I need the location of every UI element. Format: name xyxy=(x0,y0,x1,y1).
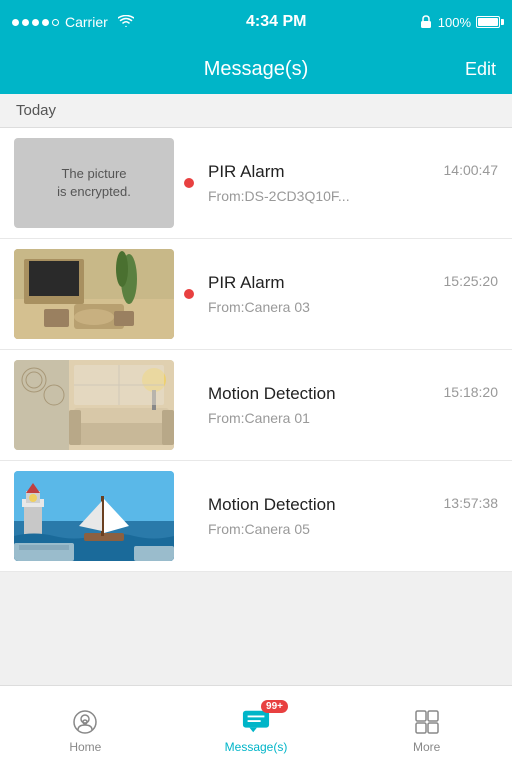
more-icon xyxy=(413,708,441,736)
message-top-2: PIR Alarm 15:25:20 xyxy=(208,273,498,293)
today-label: Today xyxy=(16,102,56,119)
message-title-1: PIR Alarm xyxy=(208,162,285,182)
unread-indicator-1 xyxy=(184,178,194,188)
message-item-1[interactable]: The pictureis encrypted. PIR Alarm 14:00… xyxy=(0,128,512,239)
signal-dot-5 xyxy=(52,19,59,26)
status-left: Carrier xyxy=(12,14,134,30)
message-time-3: 15:18:20 xyxy=(444,384,499,400)
home-icon xyxy=(71,708,99,736)
message-content-2: PIR Alarm 15:25:20 From:Canera 03 xyxy=(204,273,498,315)
signal-dot-1 xyxy=(12,19,19,26)
message-content-4: Motion Detection 13:57:38 From:Canera 05 xyxy=(204,495,498,537)
message-time-4: 13:57:38 xyxy=(444,495,499,511)
message-item-3[interactable]: Motion Detection 15:18:20 From:Canera 01 xyxy=(0,350,512,461)
battery-icon xyxy=(476,16,500,28)
section-header-today: Today xyxy=(0,94,512,128)
edit-button[interactable]: Edit xyxy=(465,59,496,80)
message-title-4: Motion Detection xyxy=(208,495,336,515)
tab-messages-label: Message(s) xyxy=(225,740,288,754)
signal-dot-4 xyxy=(42,19,49,26)
messages-icon-wrapper: 99+ xyxy=(242,708,270,736)
message-from-4: From:Canera 05 xyxy=(208,521,498,537)
thumbnail-encrypted: The pictureis encrypted. xyxy=(14,138,174,228)
messages-badge: 99+ xyxy=(261,700,288,713)
battery-percent: 100% xyxy=(438,15,471,30)
message-item-4[interactable]: Motion Detection 13:57:38 From:Canera 05 xyxy=(0,461,512,572)
wifi-icon xyxy=(118,14,134,30)
signal-dot-2 xyxy=(22,19,29,26)
tab-messages[interactable]: 99+ Message(s) xyxy=(171,700,342,754)
thumbnail-interior xyxy=(14,360,174,450)
message-content-1: PIR Alarm 14:00:47 From:DS-2CD3Q10F... xyxy=(204,162,498,204)
status-bar: Carrier 4:34 PM 100% xyxy=(0,0,512,44)
signal-dot-3 xyxy=(32,19,39,26)
thumbnail-living-room xyxy=(14,249,174,339)
message-time-1: 14:00:47 xyxy=(444,162,499,178)
tab-more-label: More xyxy=(413,740,440,754)
thumbnail-sailing xyxy=(14,471,174,561)
nav-header: Message(s) Edit xyxy=(0,44,512,94)
carrier-label: Carrier xyxy=(65,14,108,30)
tab-home[interactable]: Home xyxy=(0,700,171,754)
message-from-3: From:Canera 01 xyxy=(208,410,498,426)
status-right: 100% xyxy=(419,15,500,30)
tab-home-label: Home xyxy=(69,740,101,754)
message-top-4: Motion Detection 13:57:38 xyxy=(208,495,498,515)
encrypted-text: The pictureis encrypted. xyxy=(57,165,131,201)
status-time: 4:34 PM xyxy=(246,13,306,31)
message-top-1: PIR Alarm 14:00:47 xyxy=(208,162,498,182)
messages-list: The pictureis encrypted. PIR Alarm 14:00… xyxy=(0,128,512,572)
nav-title: Message(s) xyxy=(204,58,308,81)
message-from-1: From:DS-2CD3Q10F... xyxy=(208,188,498,204)
message-time-2: 15:25:20 xyxy=(444,273,499,289)
tab-more[interactable]: More xyxy=(341,700,512,754)
message-title-2: PIR Alarm xyxy=(208,273,285,293)
message-from-2: From:Canera 03 xyxy=(208,299,498,315)
message-title-3: Motion Detection xyxy=(208,384,336,404)
message-item-2[interactable]: PIR Alarm 15:25:20 From:Canera 03 xyxy=(0,239,512,350)
lock-icon xyxy=(419,15,433,29)
signal-dots xyxy=(12,19,59,26)
message-top-3: Motion Detection 15:18:20 xyxy=(208,384,498,404)
tab-bar: Home 99+ Message(s) xyxy=(0,685,512,768)
unread-indicator-2 xyxy=(184,289,194,299)
message-content-3: Motion Detection 15:18:20 From:Canera 01 xyxy=(204,384,498,426)
